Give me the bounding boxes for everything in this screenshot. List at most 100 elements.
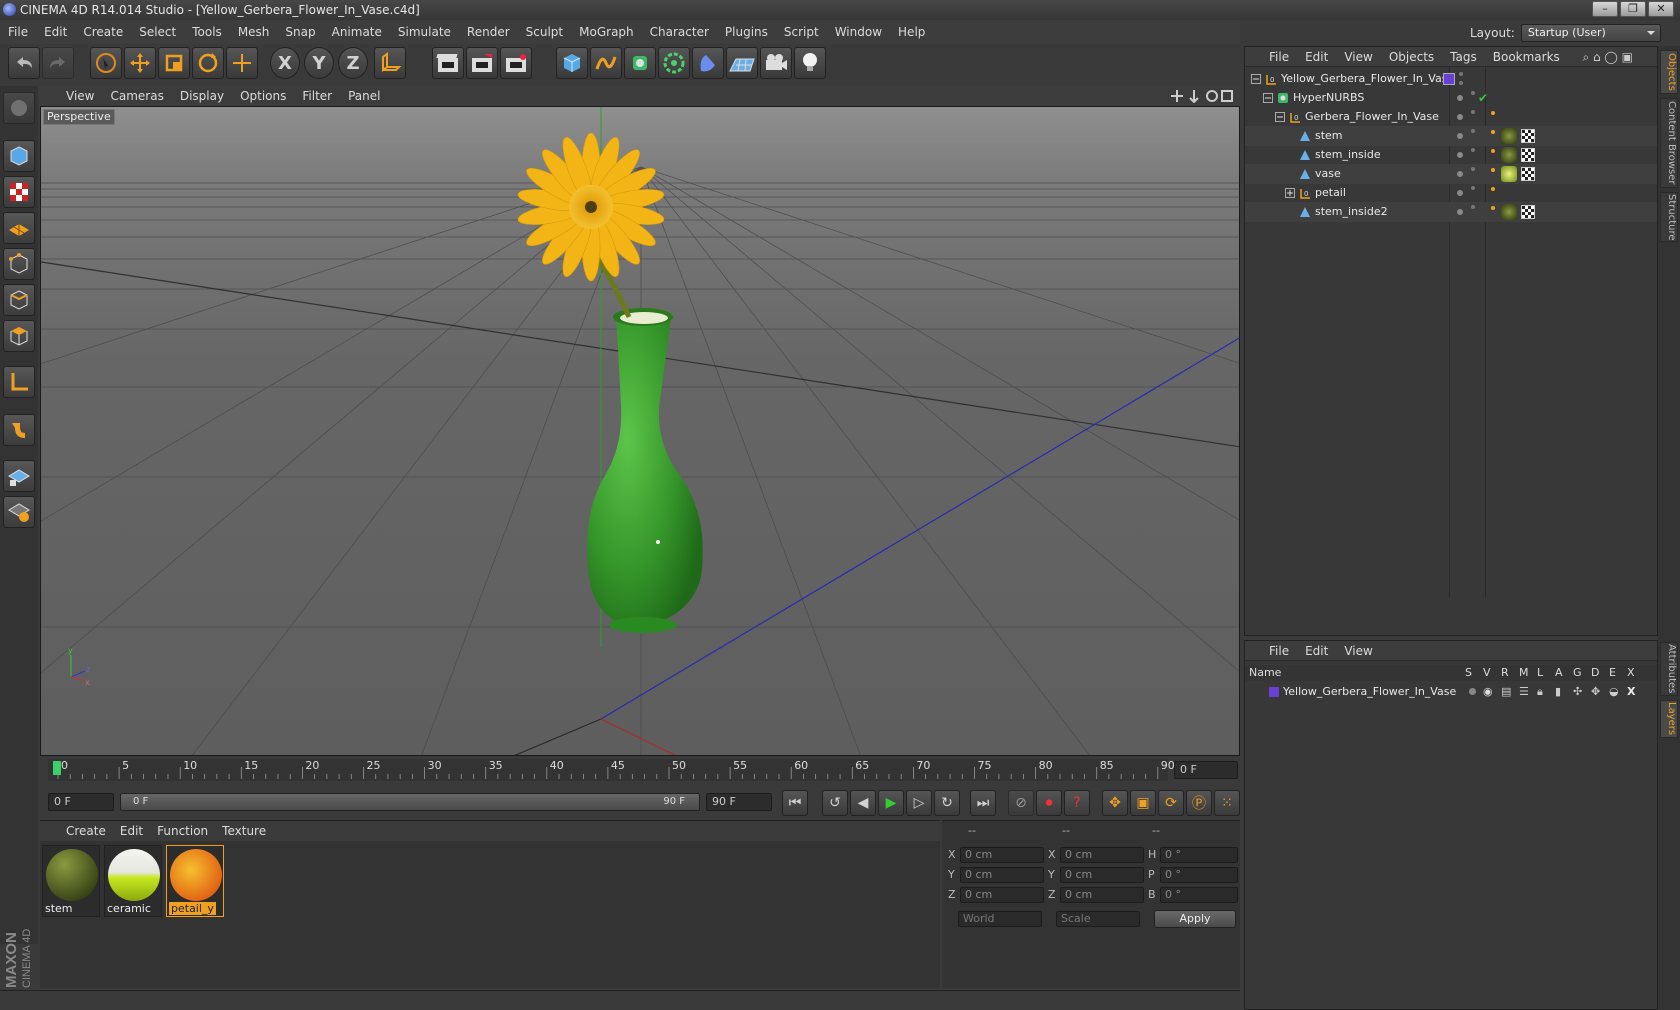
pos-z-field[interactable]: 0 cm [960,887,1044,903]
tab-attributes[interactable]: Attributes [1660,642,1678,696]
material-tag-icon[interactable] [1501,166,1517,182]
size-y-field[interactable]: 0 cm [1060,867,1144,883]
key-parameter-icon[interactable]: Ⓟ [1186,790,1212,816]
array-icon[interactable] [658,47,690,79]
mat-menu-create[interactable]: Create [66,824,106,838]
redo-icon[interactable] [42,47,74,79]
menu-sculpt[interactable]: Sculpt [526,25,563,39]
collapse-icon[interactable] [1263,93,1273,103]
floor-icon[interactable] [726,47,758,79]
next-frame-icon[interactable]: ▷ [906,790,932,816]
restore-button[interactable]: ❐ [1620,1,1646,17]
world-dropdown[interactable]: World [958,911,1042,927]
material-tag-icon[interactable] [1501,204,1517,220]
texture-tag-icon[interactable] [1521,205,1535,219]
collapse-icon[interactable] [1275,112,1285,122]
pos-y-field[interactable]: 0 cm [960,867,1044,883]
animation-toggle-icon[interactable]: ▮ [1555,683,1561,701]
polygons-mode-icon[interactable] [3,320,35,352]
workplane-mode-icon[interactable] [3,212,35,244]
y-axis-lock-icon[interactable]: Y [304,47,334,79]
menu-window[interactable]: Window [835,25,882,39]
apply-button[interactable]: Apply [1154,910,1236,928]
add-object-icon[interactable] [226,47,258,79]
render-view-icon[interactable] [432,47,464,79]
texture-tag-icon[interactable] [1521,129,1535,143]
tab-objects[interactable]: Objects [1660,50,1678,94]
deformers-toggle-icon[interactable]: ✥ [1591,683,1600,701]
object-row[interactable]: 0 Yellow_Gerbera_Flower_In_Vase [1245,69,1657,89]
manager-toggle-icon[interactable]: ☰ [1519,683,1529,701]
rot-h-field[interactable]: 0 ° [1160,847,1238,863]
menu-animate[interactable]: Animate [332,25,382,39]
rot-p-field[interactable]: 0 ° [1160,867,1238,883]
deformer-icon[interactable] [692,47,724,79]
layout-dropdown[interactable]: Startup (User) [1520,24,1661,42]
om-menu-edit[interactable]: Edit [1305,50,1328,64]
vp-menu-view[interactable]: View [66,89,94,103]
object-row[interactable]: 0 Gerbera_Flower_In_Vase [1245,107,1657,127]
x-axis-lock-icon[interactable]: X [270,47,300,79]
mat-menu-edit[interactable]: Edit [120,824,143,838]
timeline-ruler[interactable]: 0 5 10 15 20 25 30 35 40 45 50 55 60 65 70 75 80 85 90 0 F [40,757,1240,785]
keyframe-selection-icon[interactable]: ? [1064,790,1090,816]
collapse-icon[interactable] [1251,74,1261,84]
go-to-end-icon[interactable]: ⏭ [970,790,996,816]
scale-tool-icon[interactable] [158,47,190,79]
mat-menu-function[interactable]: Function [157,824,208,838]
om-menu-bookmarks[interactable]: Bookmarks [1493,50,1560,64]
vp-menu-filter[interactable]: Filter [302,89,332,103]
tab-content-browser[interactable]: Content Browser [1660,98,1678,188]
menu-help[interactable]: Help [898,25,925,39]
key-rotation-icon[interactable]: ⟳ [1158,790,1184,816]
menu-character[interactable]: Character [650,25,709,39]
coordinate-system-icon[interactable] [374,47,406,79]
size-x-field[interactable]: 0 cm [1060,847,1144,863]
edges-mode-icon[interactable] [3,284,35,316]
object-row[interactable]: stem [1245,126,1657,146]
points-mode-icon[interactable] [3,248,35,280]
next-key-icon[interactable]: ↻ [934,790,960,816]
pos-x-field[interactable]: 0 cm [960,847,1044,863]
key-position-icon[interactable]: ✥ [1102,790,1128,816]
autokey-icon[interactable]: ⏺ [1036,790,1062,816]
render-toggle-icon[interactable]: ▤ [1501,683,1511,701]
vp-menu-cameras[interactable]: Cameras [110,89,163,103]
solo-toggle-icon[interactable] [1469,688,1476,695]
menu-render[interactable]: Render [467,25,510,39]
menu-select[interactable]: Select [139,25,176,39]
menu-mograph[interactable]: MoGraph [579,25,634,39]
menu-create[interactable]: Create [83,25,123,39]
lm-menu-file[interactable]: File [1269,644,1289,658]
snap-icon[interactable] [3,414,35,446]
live-selection-icon[interactable] [90,47,122,79]
undo-icon[interactable] [8,47,40,79]
render-settings-icon[interactable] [500,47,532,79]
record-keys-icon[interactable]: ⊘ [1008,790,1034,816]
om-menu-tags[interactable]: Tags [1450,50,1477,64]
tab-structure[interactable]: Structure [1660,192,1678,242]
mat-menu-texture[interactable]: Texture [222,824,266,838]
light-icon[interactable] [794,47,826,79]
lm-menu-view[interactable]: View [1344,644,1372,658]
menu-script[interactable]: Script [784,25,819,39]
vp-menu-options[interactable]: Options [240,89,286,103]
previous-frame-icon[interactable]: ◀ [850,790,876,816]
layer-color-swatch[interactable] [1269,687,1279,697]
visible-toggle-icon[interactable]: ◉ [1483,683,1493,701]
om-menu-view[interactable]: View [1344,50,1372,64]
frame-range-slider[interactable]: 0 F 90 F [120,793,700,811]
menu-file[interactable]: File [8,25,28,39]
object-row[interactable]: vase [1245,164,1657,184]
make-editable-icon[interactable] [3,92,35,124]
vp-menu-display[interactable]: Display [180,89,224,103]
solo-mode-icon[interactable] [3,496,35,528]
cube-primitive-icon[interactable] [556,47,588,79]
render-picture-viewer-icon[interactable] [466,47,498,79]
object-row[interactable]: stem_inside2 [1245,202,1657,222]
rot-b-field[interactable]: 0 ° [1160,887,1238,903]
current-frame-field[interactable]: 0 F [1174,761,1238,779]
xref-toggle-icon[interactable]: X [1627,683,1635,701]
move-tool-icon[interactable] [124,47,156,79]
texture-tag-icon[interactable] [1521,167,1535,181]
